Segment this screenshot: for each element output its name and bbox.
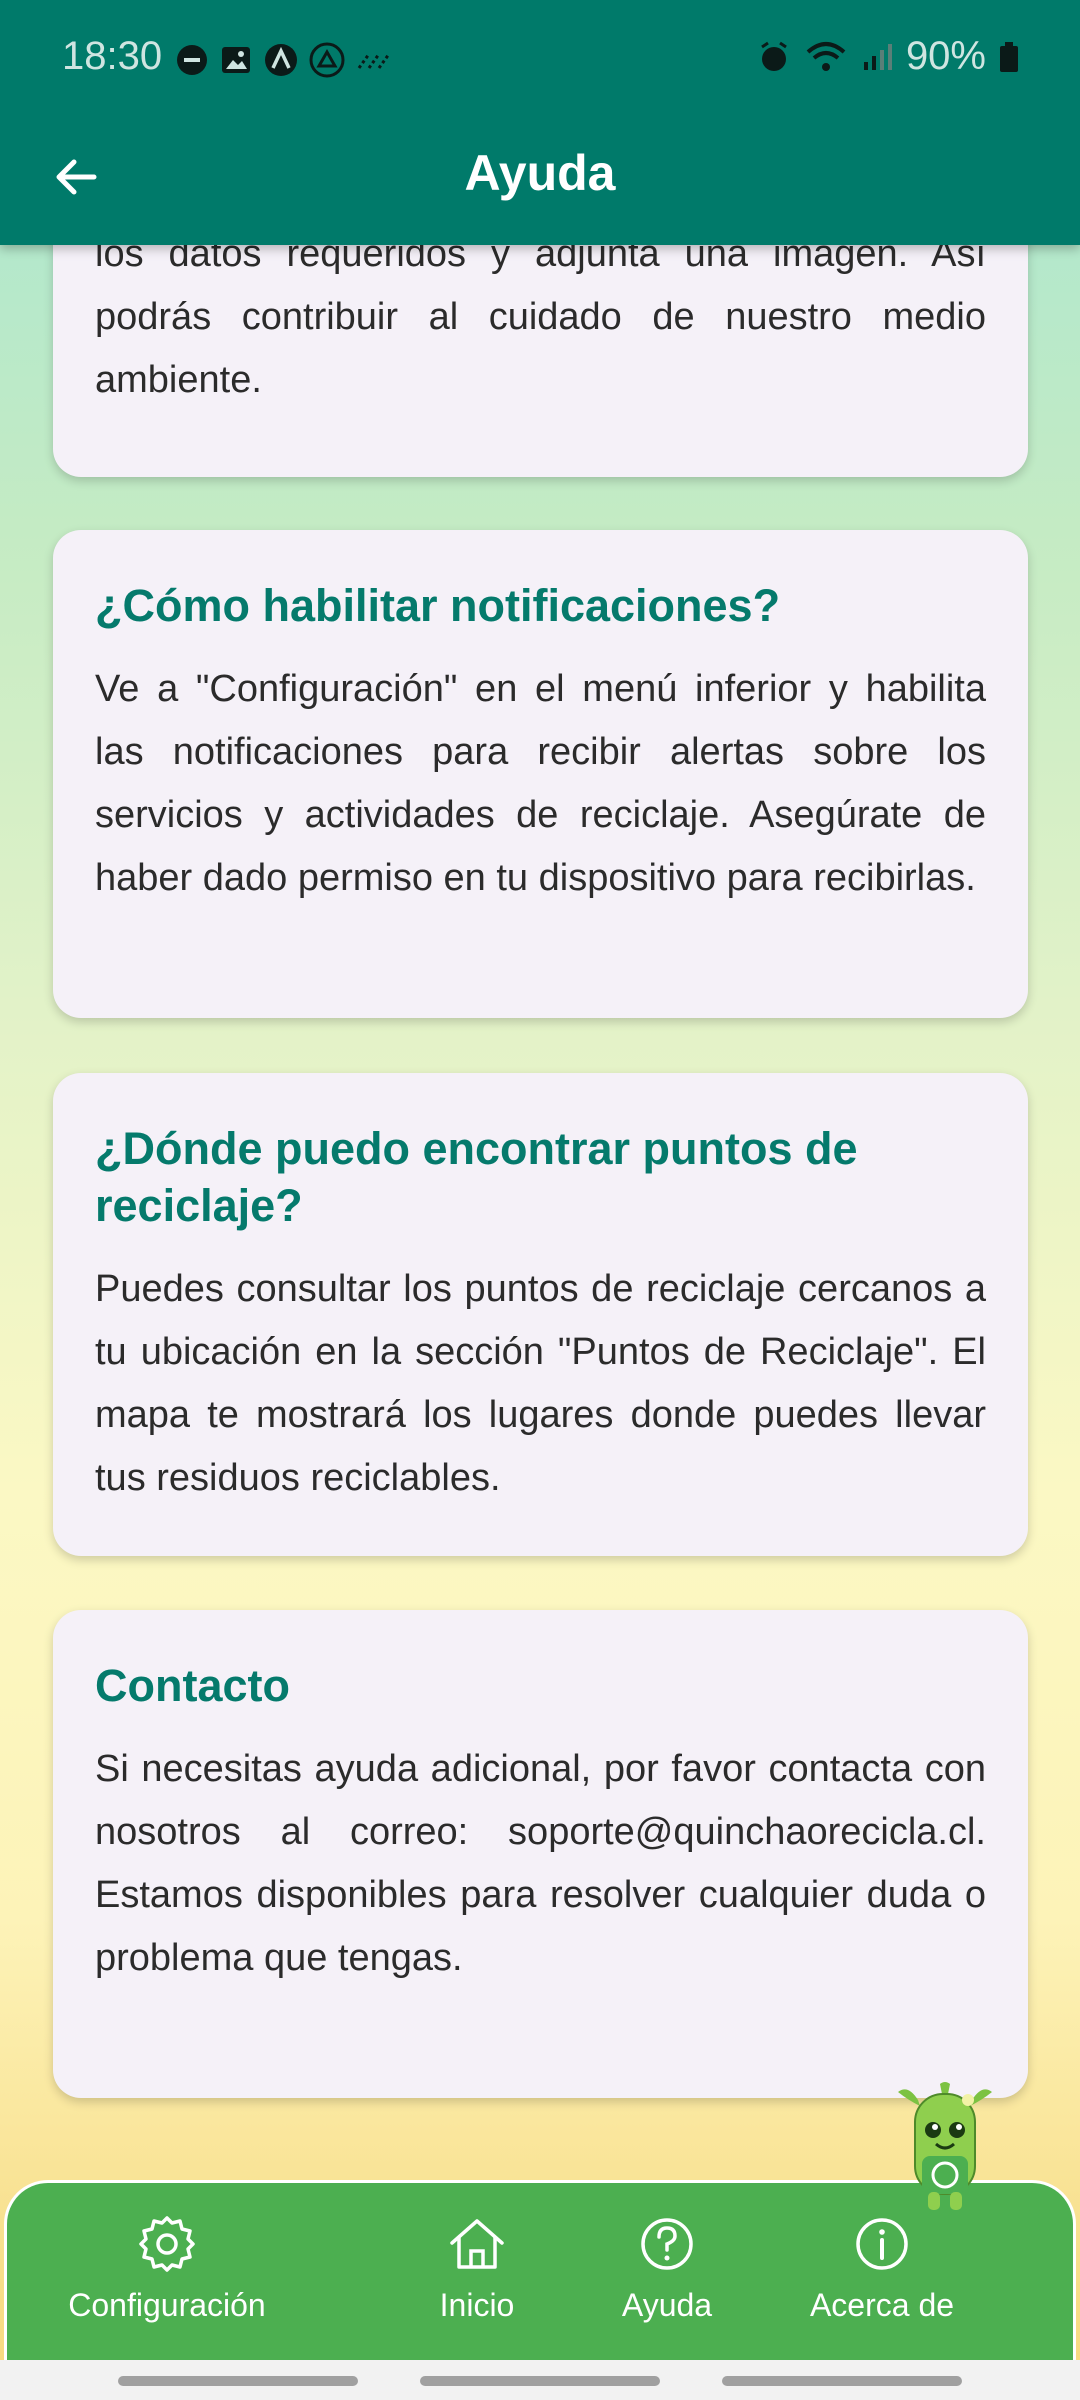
gesture-pill[interactable]: [420, 2376, 660, 2386]
help-card-contact: Contacto Si necesitas ayuda adicional, p…: [53, 1610, 1028, 2098]
nav-item-inicio[interactable]: Inicio: [407, 2213, 547, 2324]
gesture-pill[interactable]: [722, 2376, 962, 2386]
status-system-icons: 90%: [756, 34, 1020, 79]
card-title: ¿Cómo habilitar notificaciones?: [95, 580, 781, 631]
card-title: Contacto: [95, 1660, 290, 1711]
wifi-icon: [806, 41, 846, 71]
status-time: 18:30: [62, 34, 163, 78]
card-body: Si necesitas ayuda adicional, por favor …: [95, 1748, 986, 1979]
help-card-notifications: ¿Cómo habilitar notificaciones? Ve a "Co…: [53, 530, 1028, 1018]
nav-item-ayuda[interactable]: Ayuda: [597, 2213, 737, 2324]
help-icon: [641, 2218, 693, 2270]
signal-dots-icon: [357, 53, 391, 69]
home-icon: [450, 2219, 504, 2269]
alarm-icon: [761, 41, 787, 71]
help-card-recycling-points: ¿Dónde puedo encontrar puntos de recicla…: [53, 1073, 1028, 1556]
app-bar: Ayuda: [0, 120, 1080, 245]
card-body: los datos requeridos y adjunta una image…: [95, 233, 986, 401]
status-notification-icons: [175, 42, 395, 78]
nav-label: Inicio: [439, 2287, 515, 2323]
battery-percent: 90%: [905, 34, 986, 78]
cell-signal-icon: [863, 43, 892, 70]
info-icon: [856, 2218, 908, 2270]
nav-item-configuracion[interactable]: Configuración: [7, 2213, 327, 2324]
battery-icon: [1000, 41, 1018, 72]
gear-icon: [139, 2216, 195, 2272]
status-bar: 18:30 90%: [0, 0, 1080, 120]
system-gesture-bar: [0, 2360, 1080, 2400]
card-body: Puedes consultar los puntos de reciclaje…: [95, 1268, 986, 1499]
nav-label: Configuración: [68, 2287, 266, 2323]
dnd-icon: [177, 45, 207, 75]
top-bar: 18:30 90% Ayuda: [0, 0, 1080, 245]
card-body: Ve a "Configuración" en el menú inferior…: [95, 668, 986, 899]
drive-icon: [309, 42, 345, 78]
card-title: ¿Dónde puedo encontrar puntos de recicla…: [95, 1123, 858, 1231]
app-a-icon: [265, 44, 297, 76]
nav-label: Acerca de: [809, 2287, 955, 2323]
mascot-icon: [898, 2082, 992, 2210]
nav-item-acerca-de[interactable]: Acerca de: [787, 2213, 977, 2324]
page-title: Ayuda: [464, 145, 616, 201]
nav-label: Ayuda: [621, 2287, 713, 2323]
gallery-icon: [222, 47, 250, 73]
gesture-pill[interactable]: [118, 2376, 358, 2386]
